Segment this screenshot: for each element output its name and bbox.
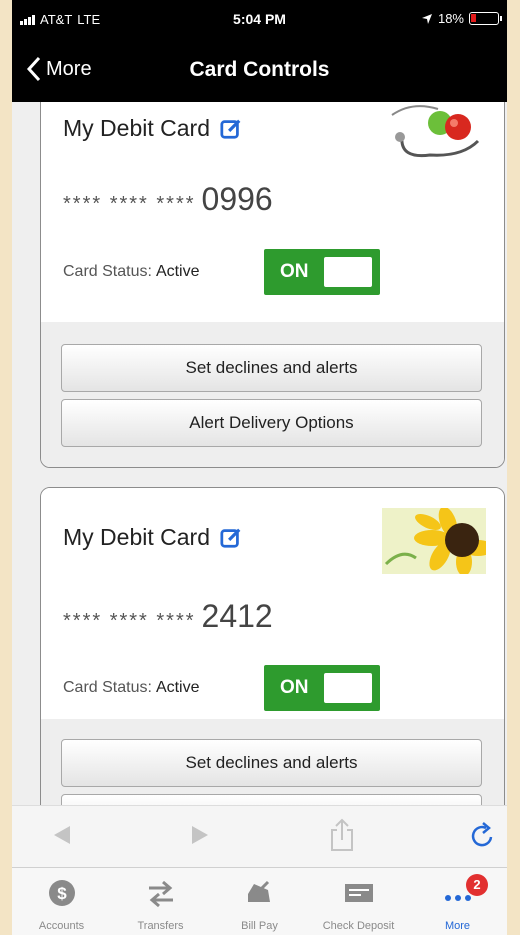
navigation-bar: More Card Controls (12, 38, 507, 102)
card-thumbnail (382, 102, 486, 163)
card-title: My Debit Card (63, 115, 242, 142)
status-right: 18% (421, 11, 502, 26)
phone-screen: AT&T LTE 5:04 PM 18% More Card Controls … (12, 0, 507, 935)
page-title: Card Controls (189, 58, 330, 81)
svg-text:$: $ (57, 884, 67, 903)
tab-label: More (444, 920, 471, 932)
card-actions: Set declines and alerts Alert Delivery O… (41, 322, 504, 467)
card-list[interactable]: My Debit Card **** **** **** 0996 Card S… (12, 102, 507, 805)
tab-label: Check Deposit (322, 920, 395, 932)
tab-label: Bill Pay (241, 920, 278, 932)
card-status: Card Status: Active (63, 263, 200, 281)
card-number-mask: **** **** **** (63, 193, 196, 215)
bill-pay-icon (248, 880, 270, 902)
location-icon (421, 13, 432, 24)
card-status: Card Status: Active (63, 679, 200, 697)
forward-arrow-icon[interactable] (190, 824, 210, 846)
status-value: Active (155, 263, 200, 280)
tab-accounts[interactable]: $ Accounts (12, 868, 111, 935)
set-declines-alerts-button[interactable]: Set declines and alerts (61, 344, 482, 392)
check-icon (345, 884, 373, 902)
card-thumbnail (382, 508, 486, 574)
edit-icon[interactable] (220, 527, 242, 549)
dollar-icon: $ (49, 880, 75, 906)
back-arrow-icon[interactable] (52, 824, 72, 846)
toggle-knob (324, 257, 372, 287)
card-last4: 2412 (201, 598, 273, 634)
card-info: My Debit Card (41, 488, 504, 719)
share-icon[interactable] (328, 818, 356, 852)
notification-badge: 2 (466, 874, 488, 896)
card-number-mask: **** **** **** (63, 610, 196, 632)
tab-bar: $ Accounts Transfers Bill Pay Check Depo… (12, 867, 507, 935)
card-actions: Set declines and alerts (41, 719, 504, 805)
tab-transfers[interactable]: Transfers (111, 868, 210, 935)
apple-stethoscope-image (382, 102, 486, 163)
tab-bill-pay[interactable]: Bill Pay (210, 868, 309, 935)
status-value: Active (155, 679, 200, 696)
tab-more[interactable]: 2 More (408, 868, 507, 935)
toggle-label: ON (280, 261, 309, 282)
card-number: **** **** **** 0996 (63, 181, 273, 218)
transfer-arrows-icon (149, 880, 173, 908)
card-status-toggle[interactable]: ON (264, 249, 380, 295)
set-declines-alerts-button[interactable]: Set declines and alerts (61, 739, 482, 787)
card-panel: My Debit Card (40, 487, 505, 805)
sunflower-image (382, 508, 486, 574)
card-title: My Debit Card (63, 524, 242, 551)
alert-delivery-options-button[interactable]: Alert Delivery Options (61, 399, 482, 447)
card-status-toggle[interactable]: ON (264, 665, 380, 711)
tab-label: Transfers (137, 920, 184, 932)
toggle-label: ON (280, 677, 309, 698)
status-bar: AT&T LTE 5:04 PM 18% (12, 0, 507, 38)
partial-button[interactable] (61, 794, 482, 805)
tab-label: Accounts (38, 920, 85, 932)
battery-percent: 18% (437, 11, 464, 26)
toggle-knob (324, 673, 372, 703)
status-label: Card Status: (63, 679, 152, 696)
card-last4: 0996 (201, 181, 273, 217)
status-label: Card Status: (63, 263, 152, 280)
card-panel: My Debit Card (40, 102, 505, 468)
edit-icon[interactable] (220, 118, 242, 140)
browser-toolbar (12, 805, 507, 867)
card-number: **** **** **** 2412 (63, 598, 273, 635)
battery-icon (469, 12, 502, 25)
tab-check-deposit[interactable]: Check Deposit (309, 868, 408, 935)
card-name: My Debit Card (63, 115, 210, 141)
card-name: My Debit Card (63, 524, 210, 550)
refresh-icon[interactable] (470, 821, 496, 849)
card-info: My Debit Card (41, 102, 504, 322)
